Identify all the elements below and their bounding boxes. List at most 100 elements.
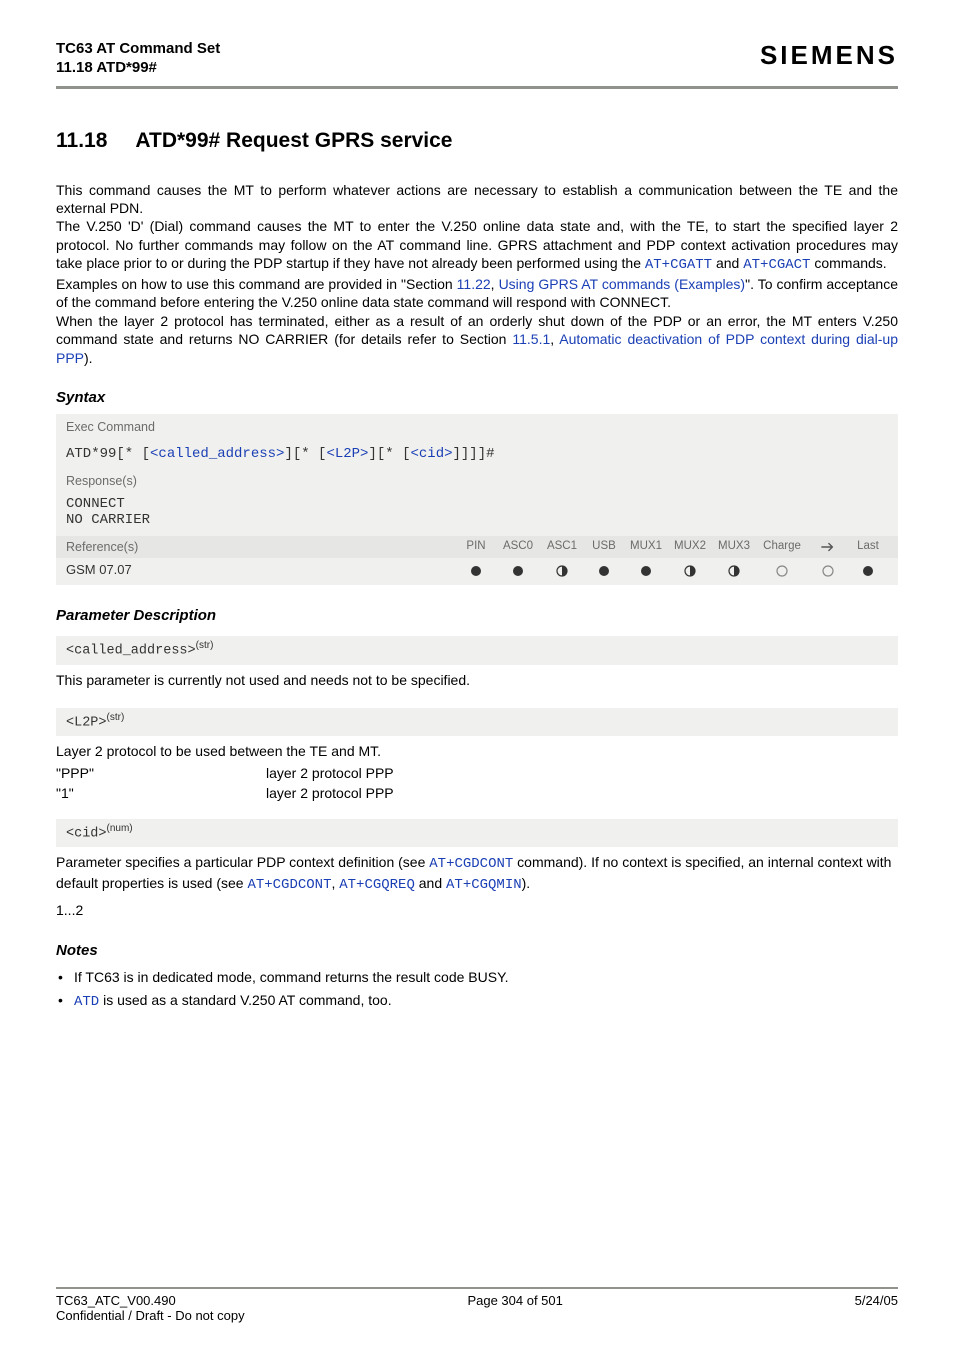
intro-p3a: Examples on how to use this command are … [56,276,457,292]
intro-p1: This command causes the MT to perform wh… [56,181,898,218]
intro-p2: The V.250 'D' (Dial) command causes the … [56,217,898,274]
dot-usb [584,562,624,577]
dot-mux3 [712,562,756,577]
link-cgdcont-1[interactable]: AT+CGDCONT [429,856,513,872]
dot-airplane [808,562,848,577]
param-cid: <cid>(num) [56,819,898,848]
link-cgqmin[interactable]: AT+CGQMIN [446,877,522,893]
param-called-address-name: <called_address> [66,644,196,659]
note-1: If TC63 is in dedicated mode, command re… [56,967,898,988]
link-cgqreq[interactable]: AT+CGQREQ [339,877,415,893]
footer-divider [56,1287,898,1289]
reference-label: Reference(s) [66,540,456,554]
brand-logo: SIEMENS [760,40,898,71]
col-asc1: ASC1 [540,540,584,554]
col-airplane [808,540,848,554]
intro-comma2: , [550,331,559,347]
param-cid-type: (num) [107,823,133,834]
param-called-address-desc: This parameter is currently not used and… [56,671,898,690]
dot-charge [756,562,808,577]
footer-page-number: Page 304 of 501 [467,1293,562,1308]
param-desc-heading: Parameter Description [56,607,898,624]
page-footer: TC63_ATC_V00.490 Page 304 of 501 5/24/05… [56,1287,898,1323]
note-2-text: is used as a standard V.250 AT command, … [99,992,391,1008]
exec-mid2: ][* [ [368,446,410,462]
link-atd[interactable]: ATD [74,994,99,1010]
col-mux3: MUX3 [712,540,756,554]
l2p-val-1: layer 2 protocol PPP [266,785,898,801]
section-heading: 11.18 ATD*99# Request GPRS service [56,129,898,153]
note-2: ATD is used as a standard V.250 AT comma… [56,990,898,1013]
link-sec-1151[interactable]: 11.5.1 [512,331,550,347]
dot-pin [456,562,496,577]
l2p-key-ppp: "PPP" [56,765,266,781]
link-cgact[interactable]: AT+CGACT [743,257,810,273]
response-label: Response(s) [56,468,898,494]
param-l2p-desc: Layer 2 protocol to be used between the … [56,742,898,761]
doc-title: TC63 AT Command Set [56,40,220,59]
section-number: 11.18 [56,129,107,153]
exec-mid1: ][* [ [284,446,326,462]
notes-heading: Notes [56,942,898,959]
param-cid-range: 1...2 [56,901,898,920]
param-cid-link[interactable]: <cid> [410,446,452,462]
header-left: TC63 AT Command Set 11.18 ATD*99# [56,40,220,78]
cid-desc-a: Parameter specifies a particular PDP con… [56,854,429,870]
intro-p3: Examples on how to use this command are … [56,275,898,312]
reference-columns: PIN ASC0 ASC1 USB MUX1 MUX2 MUX3 Charge … [456,540,888,554]
dot-asc1 [540,562,584,577]
exec-prefix: ATD*99[* [ [66,446,150,462]
intro-and1: and [712,255,743,271]
footer-doc-version: TC63_ATC_V00.490 [56,1293,176,1308]
col-last: Last [848,540,888,554]
section-title-text: ATD*99# Request GPRS service [135,129,452,152]
dot-last [848,562,888,577]
col-asc0: ASC0 [496,540,540,554]
dot-mux2 [668,562,712,577]
link-cgdcont-2[interactable]: AT+CGDCONT [247,877,331,893]
intro-p4: When the layer 2 protocol has terminated… [56,312,898,367]
link-sec-1122-title[interactable]: Using GPRS AT commands (Examples) [499,276,746,292]
param-l2p-type: (str) [107,712,125,723]
exec-command-label: Exec Command [56,414,898,440]
reference-data-row: GSM 07.07 [56,558,898,585]
col-mux1: MUX1 [624,540,668,554]
cid-desc-c: ). [522,875,531,891]
col-charge: Charge [756,540,808,554]
param-called-address: <called_address>(str) [56,636,898,665]
page-header: TC63 AT Command Set 11.18 ATD*99# SIEMEN… [56,40,898,78]
l2p-row-1: "1" layer 2 protocol PPP [56,785,898,801]
footer-date: 5/24/05 [855,1293,898,1308]
response-connect: CONNECT [66,496,888,512]
section-ref: 11.18 ATD*99# [56,59,220,78]
param-l2p: <L2P>(str) [56,708,898,737]
param-cid-name: <cid> [66,826,107,841]
dot-mux1 [624,562,668,577]
intro-p2b: commands. [810,255,886,271]
param-called-address-link[interactable]: <called_address> [150,446,284,462]
reference-dots [456,562,888,577]
link-sec-1122[interactable]: 11.22 [457,276,491,292]
col-usb: USB [584,540,624,554]
exec-suffix: ]]]]# [453,446,495,462]
intro-p4b: ). [84,350,93,366]
l2p-val-ppp: layer 2 protocol PPP [266,765,898,781]
notes-list: If TC63 is in dedicated mode, command re… [56,967,898,1013]
param-l2p-link[interactable]: <L2P> [326,446,368,462]
intro-comma1: , [491,276,499,292]
param-called-address-type: (str) [196,640,214,651]
dot-asc0 [496,562,540,577]
cid-and: and [415,875,446,891]
header-divider [56,86,898,89]
link-cgatt[interactable]: AT+CGATT [645,257,712,273]
col-pin: PIN [456,540,496,554]
param-cid-desc: Parameter specifies a particular PDP con… [56,853,898,895]
footer-row-1: TC63_ATC_V00.490 Page 304 of 501 5/24/05 [56,1293,898,1308]
l2p-key-1: "1" [56,785,266,801]
airplane-icon [821,540,835,554]
syntax-heading: Syntax [56,389,898,406]
reference-name: GSM 07.07 [66,562,456,577]
col-mux2: MUX2 [668,540,712,554]
response-nocarrier: NO CARRIER [66,512,888,528]
footer-row-2: Confidential / Draft - Do not copy [56,1308,898,1323]
